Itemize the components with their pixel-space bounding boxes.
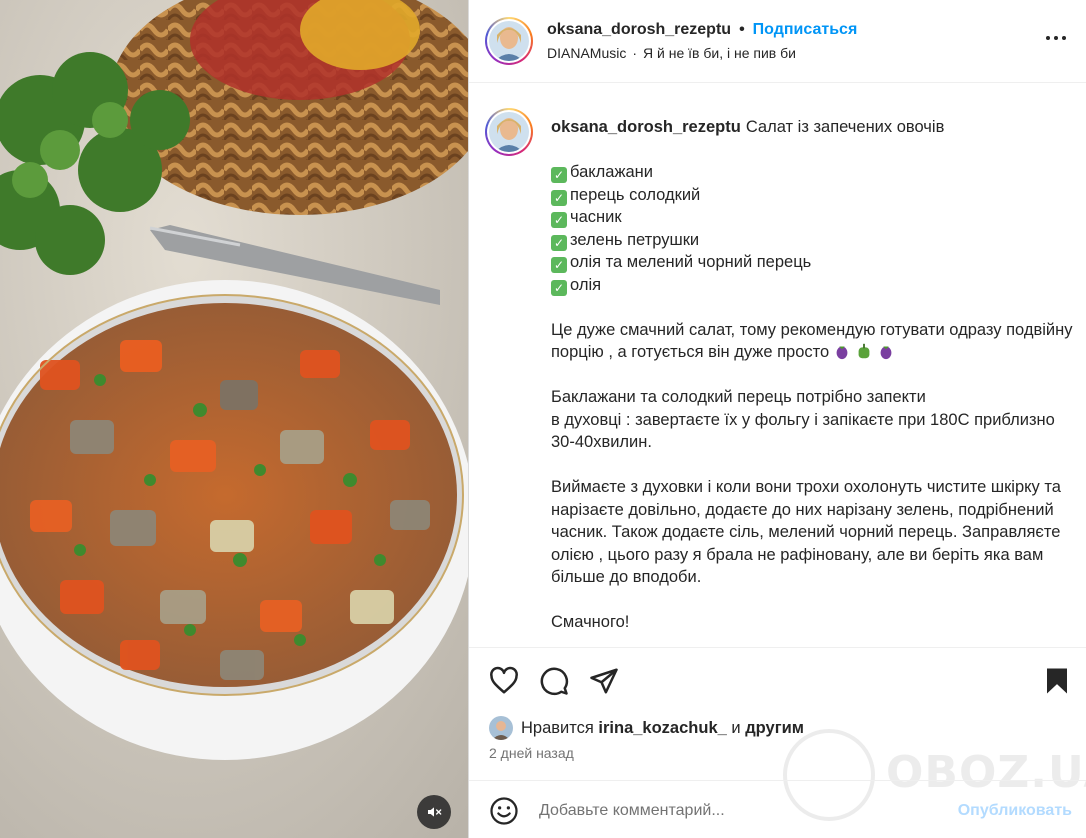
- send-icon: [590, 668, 618, 694]
- check-mark-icon: ✓: [551, 257, 567, 273]
- more-options-icon: [1046, 36, 1066, 40]
- music-artist[interactable]: DIANAMusic: [547, 45, 626, 61]
- share-button[interactable]: [589, 666, 619, 696]
- action-bar: [469, 660, 1086, 702]
- caption-paragraph: Виймаєте з духовки і коли вони трохи охо…: [551, 478, 1061, 586]
- eggplant-emoji-icon: [836, 346, 848, 360]
- comment-icon: [540, 667, 569, 696]
- publish-button[interactable]: Опубликовать: [958, 802, 1072, 820]
- eggplant-emoji-icon: [880, 346, 892, 360]
- check-mark-icon: ✓: [551, 279, 567, 296]
- audio-attribution[interactable]: DIANAMusic · Я й не їв би, і не пив би: [547, 45, 857, 61]
- bell-pepper-emoji-icon: [858, 343, 870, 359]
- likes-conjunction: и: [731, 718, 741, 737]
- caption-closing: Смачного!: [551, 613, 630, 631]
- more-options-button[interactable]: [1044, 26, 1068, 50]
- check-mark-icon: ✓: [551, 212, 567, 228]
- bookmark-icon: [1047, 668, 1067, 694]
- save-button[interactable]: [1042, 666, 1072, 696]
- likes-prefix: Нравится: [521, 718, 594, 737]
- ingredient-item: ✓ перець солодкий: [551, 184, 1078, 207]
- header-separator: •: [739, 21, 745, 38]
- ingredient-item: ✓ олія: [551, 274, 1078, 297]
- check-mark-icon: ✓: [551, 167, 567, 183]
- post-header: oksana_dorosh_rezeptu • Подписаться DIAN…: [469, 0, 1086, 83]
- music-title[interactable]: Я й не їв би, і не пив би: [643, 45, 796, 61]
- likes-others-link[interactable]: другим: [745, 719, 804, 738]
- comment-input[interactable]: [539, 798, 919, 824]
- caption-username[interactable]: oksana_dorosh_rezeptu: [551, 118, 741, 136]
- caption-paragraph: в духовці : завертаєте їх у фольгу і зап…: [551, 410, 1055, 452]
- caption-paragraph: Баклажани та солодкий перець потрібно за…: [551, 388, 926, 406]
- post-caption: oksana_dorosh_rezeptu Салат із запечених …: [485, 108, 1078, 634]
- actions-divider: [469, 647, 1086, 648]
- liker-avatar[interactable]: [489, 716, 513, 740]
- post-media[interactable]: [0, 0, 468, 838]
- ingredient-item: ✓ олія та мелений чорний перець: [551, 251, 1078, 274]
- post-sidebar: oksana_dorosh_rezeptu • Подписаться DIAN…: [469, 0, 1086, 838]
- liker-username[interactable]: irina_kozachuk_: [598, 719, 726, 738]
- heart-icon: [490, 666, 518, 694]
- caption-title: Салат із запечених овочів: [745, 118, 945, 136]
- ingredient-item: ✓ зелень петрушки: [551, 229, 1078, 252]
- ingredient-item: ✓ часник: [551, 206, 1078, 229]
- comment-form: Опубликовать: [469, 781, 1086, 838]
- comment-button[interactable]: [539, 666, 569, 696]
- post-dialog: oksana_dorosh_rezeptu • Подписаться DIAN…: [0, 0, 1086, 838]
- mute-button[interactable]: [417, 795, 451, 829]
- ingredient-item: ✓ баклажани: [551, 161, 1078, 184]
- caption-avatar[interactable]: [485, 108, 533, 156]
- check-mark-icon: ✓: [551, 189, 567, 206]
- emoji-icon: [490, 797, 518, 825]
- follow-button[interactable]: Подписаться: [753, 21, 858, 39]
- caption-paragraph: Це дуже смачний салат, тому рекомендую г…: [551, 320, 1073, 362]
- check-mark-icon: ✓: [551, 234, 567, 251]
- post-date[interactable]: 2 дней назад: [489, 745, 574, 761]
- muted-speaker-icon: [428, 807, 442, 817]
- caption-text: oksana_dorosh_rezeptu Салат із запечених …: [551, 116, 1078, 634]
- author-avatar[interactable]: [485, 17, 533, 65]
- author-username[interactable]: oksana_dorosh_rezeptu: [547, 21, 731, 39]
- salad-photo: [0, 0, 468, 838]
- music-separator: ·: [632, 45, 638, 61]
- emoji-button[interactable]: [489, 796, 519, 826]
- likes-summary[interactable]: Нравится irina_kozachuk_ и другим: [489, 716, 804, 740]
- like-button[interactable]: [489, 666, 519, 696]
